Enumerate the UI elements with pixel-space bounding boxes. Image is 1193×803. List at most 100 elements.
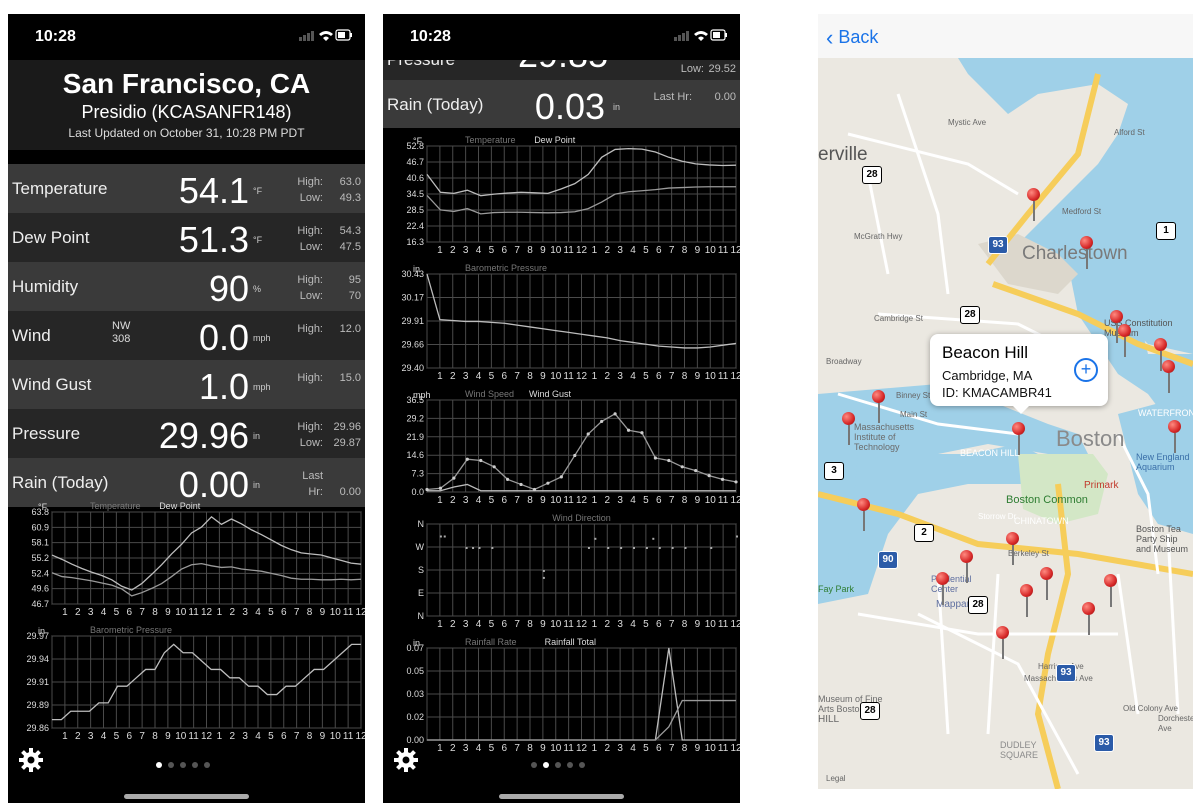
condition-row-pressure[interactable]: Pressure 29.96 in High: 29.96 Low: 29.87: [8, 409, 365, 458]
station-pin-icon[interactable]: [1168, 420, 1181, 454]
station-pin-icon[interactable]: [1027, 188, 1040, 222]
station-pin-icon[interactable]: [1162, 360, 1175, 394]
station-callout[interactable]: Beacon Hill Cambridge, MA ID: KMACAMBR41 …: [930, 334, 1108, 414]
station-pin-icon[interactable]: [1006, 532, 1019, 566]
status-bar: 10:28: [383, 14, 740, 60]
station-pin-icon[interactable]: [960, 550, 973, 584]
y-tick-label: 0.03: [406, 689, 424, 699]
direction-point: [684, 547, 687, 549]
high-key: High:: [297, 176, 323, 188]
page-dot[interactable]: [543, 762, 549, 768]
page-dot[interactable]: [156, 762, 162, 768]
condition-unit: °F: [253, 235, 263, 245]
pin-needle: [1017, 435, 1020, 455]
direction-point: [594, 537, 597, 540]
map-label-poi: New England Aquarium: [1136, 452, 1190, 472]
high-key: High:: [297, 323, 323, 335]
station-pin-icon[interactable]: [1104, 574, 1117, 608]
rain-unit: in: [613, 102, 621, 112]
page-dot[interactable]: [192, 762, 198, 768]
low-key: Low:: [299, 192, 323, 204]
data-point: [680, 465, 684, 469]
station-name: Presidio (KCASANFR148): [81, 102, 292, 122]
direction-point: [671, 547, 674, 549]
y-tick-label: 21.9: [406, 432, 424, 442]
data-point: [438, 486, 443, 490]
back-button[interactable]: ‹ Back: [826, 25, 878, 51]
condition-row-dew-point[interactable]: Dew Point 51.3 °F High: 54.3 Low: 47.5: [8, 213, 365, 262]
page-dot[interactable]: [567, 762, 573, 768]
pin-needle: [1123, 337, 1126, 357]
route-shield-icon: 1: [1156, 222, 1176, 240]
station-pin-icon[interactable]: [1118, 324, 1131, 358]
station-pin-icon[interactable]: [1082, 602, 1095, 636]
x-tick-label: 4: [476, 245, 482, 256]
y-axis-unit: mph: [413, 390, 431, 400]
add-station-button[interactable]: +: [1074, 358, 1098, 382]
condition-unit: in: [253, 480, 261, 490]
x-tick-label: 11: [343, 607, 354, 618]
x-tick-label: 7: [669, 743, 675, 754]
x-tick-label: 4: [476, 495, 482, 506]
pin-needle: [1109, 587, 1112, 607]
x-tick-label: 6: [501, 245, 507, 256]
y-tick-label: 28.5: [406, 205, 424, 215]
home-indicator[interactable]: [499, 794, 624, 799]
map-label-road: Legal: [826, 774, 846, 783]
rain-value: 0.03: [534, 86, 605, 127]
page-indicator[interactable]: [153, 755, 213, 773]
x-tick-label: 3: [463, 619, 469, 630]
x-tick-label: 6: [501, 743, 507, 754]
x-tick-label: 2: [450, 371, 456, 382]
pin-needle: [1001, 639, 1004, 659]
station-pin-icon[interactable]: [1080, 236, 1093, 270]
data-point: [626, 428, 631, 432]
direction-point: [491, 547, 494, 549]
condition-row-wind[interactable]: Wind NW 308 0.0 mph High: 12.0: [8, 311, 365, 360]
page-dot[interactable]: [531, 762, 537, 768]
x-tick-label: 3: [617, 619, 623, 630]
weather-phone-1: 10:28 San Francisco, CA Presidio (KCASAN…: [8, 14, 365, 803]
pin-needle: [862, 511, 865, 531]
station-pin-icon[interactable]: [857, 498, 870, 532]
condition-row-temperature[interactable]: Temperature 54.1 °F High: 63.0 Low: 49.3: [8, 164, 365, 213]
pin-head: [996, 626, 1009, 639]
pin-head: [1040, 567, 1053, 580]
x-tick-label: 3: [242, 731, 248, 742]
home-indicator[interactable]: [124, 794, 249, 799]
data-point: [559, 475, 563, 479]
map-label-road: Main St: [900, 410, 928, 419]
gear-icon[interactable]: [18, 747, 44, 773]
x-tick-label: 9: [695, 371, 701, 382]
y-axis-unit: °F: [38, 502, 48, 512]
page-dot[interactable]: [579, 762, 585, 768]
x-tick-label: 1: [592, 619, 598, 630]
x-tick-label: 7: [514, 245, 520, 256]
station-pin-icon[interactable]: [936, 572, 949, 606]
x-tick-label: 10: [550, 743, 562, 754]
x-tick-label: 2: [604, 371, 610, 382]
gear-icon[interactable]: [393, 747, 419, 773]
page-indicator[interactable]: [528, 755, 588, 773]
page-dot[interactable]: [168, 762, 174, 768]
page-dot[interactable]: [204, 762, 210, 768]
station-pin-icon[interactable]: [1020, 584, 1033, 618]
page-dot[interactable]: [180, 762, 186, 768]
x-tick-label: 5: [489, 743, 495, 754]
y-tick-label: 29.66: [401, 340, 424, 350]
station-pin-icon[interactable]: [1040, 567, 1053, 601]
condition-row-wind-gust[interactable]: Wind Gust 1.0 mph High: 15.0: [8, 360, 365, 409]
route-shield-icon: 28: [862, 166, 882, 184]
station-pin-icon[interactable]: [996, 626, 1009, 660]
station-pin-icon[interactable]: [1012, 422, 1025, 456]
y-tick-label: 60.9: [31, 522, 49, 532]
nav-bar: ‹ Back: [818, 14, 1193, 58]
station-pin-icon[interactable]: [842, 412, 855, 446]
map-label-road: Mystic Ave: [948, 118, 987, 127]
page-dot[interactable]: [555, 762, 561, 768]
pin-head: [1082, 602, 1095, 615]
condition-row-humidity[interactable]: Humidity 90% High: 95 Low: 70: [8, 262, 365, 311]
rain-today-row[interactable]: Rain (Today) 0.03 in Last Hr: 0.00: [383, 80, 740, 128]
station-pin-icon[interactable]: [872, 390, 885, 424]
pin-head: [1118, 324, 1131, 337]
